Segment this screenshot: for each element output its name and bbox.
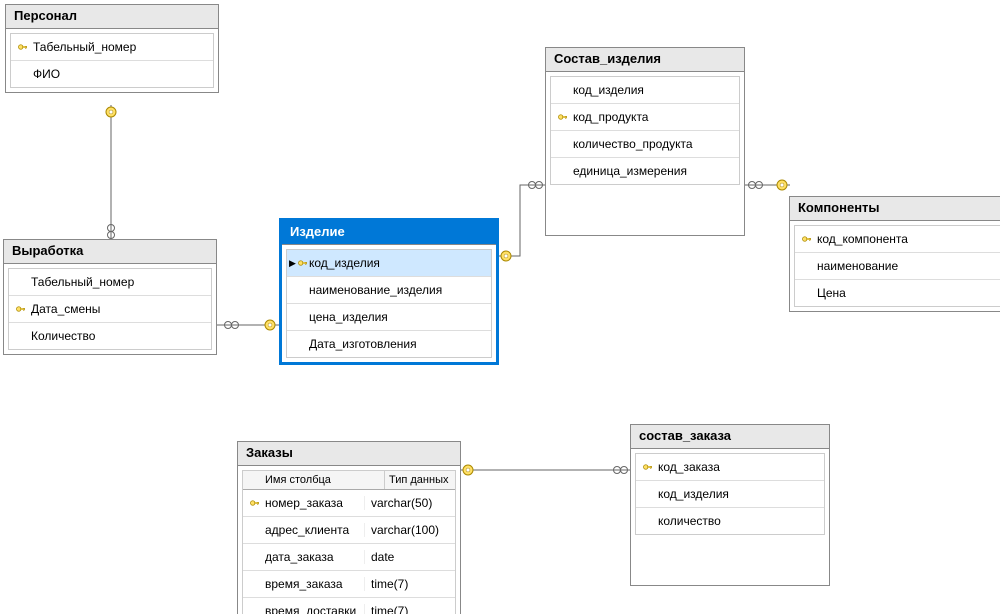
table-row[interactable]: код_компонента bbox=[795, 226, 1000, 253]
entity-izdelie[interactable]: Изделие ▶ код_изделия наименование_изделия… bbox=[279, 218, 499, 365]
key-icon bbox=[15, 303, 27, 315]
table-row[interactable]: Количество bbox=[9, 323, 211, 349]
table-row[interactable]: номер_заказаvarchar(50) bbox=[243, 490, 455, 517]
column-name: Дата_изготовления bbox=[309, 337, 487, 351]
header-type: Тип данных bbox=[385, 471, 455, 489]
table-row[interactable]: код_изделия bbox=[551, 77, 739, 104]
row-selector-arrow: ▶ bbox=[289, 258, 296, 269]
key-cell: ▶ bbox=[289, 257, 309, 269]
table-row[interactable]: цена_изделия bbox=[287, 304, 491, 331]
key-cell bbox=[13, 41, 33, 53]
entity-komponenty[interactable]: Компоненты код_компонента наименование Цен… bbox=[789, 196, 1000, 312]
column-name: Количество bbox=[31, 329, 207, 343]
column-name: код_компонента bbox=[817, 232, 999, 246]
entity-title: Персонал bbox=[6, 5, 218, 29]
diagram-canvas[interactable]: Персонал Табельный_номер ФИО Выработка Та… bbox=[0, 0, 1000, 614]
key-icon bbox=[297, 257, 309, 269]
column-headers: Имя столбца Тип данных bbox=[243, 471, 455, 490]
column-type: time(7) bbox=[365, 577, 451, 591]
column-name: количество_продукта bbox=[573, 137, 735, 151]
key-icon bbox=[17, 41, 29, 53]
key-cell bbox=[245, 497, 265, 509]
entity-personal[interactable]: Персонал Табельный_номер ФИО bbox=[5, 4, 219, 93]
entity-zakazy[interactable]: Заказы Имя столбца Тип данных номер_зака… bbox=[237, 441, 461, 614]
key-cell bbox=[11, 303, 31, 315]
column-name: Цена bbox=[817, 286, 999, 300]
column-name: наименование_изделия bbox=[309, 283, 487, 297]
rows: Табельный_номер Дата_смены Количество bbox=[8, 268, 212, 350]
table-row[interactable]: наименование bbox=[795, 253, 1000, 280]
table-row[interactable]: ▶ код_изделия bbox=[287, 250, 491, 277]
column-name: время_заказа bbox=[265, 577, 365, 591]
key-icon bbox=[557, 111, 569, 123]
header-name: Имя столбца bbox=[243, 471, 385, 489]
table-row[interactable]: время_доставкиtime(7) bbox=[243, 598, 455, 614]
table-row[interactable]: Дата_изготовления bbox=[287, 331, 491, 357]
column-name: Табельный_номер bbox=[31, 275, 207, 289]
column-name: количество bbox=[658, 514, 820, 528]
column-type: time(7) bbox=[365, 604, 451, 614]
rows: код_заказа код_изделия количество bbox=[635, 453, 825, 535]
key-cell bbox=[638, 461, 658, 473]
entity-sostav-izdelia[interactable]: Состав_изделия код_изделиякод_продуктако… bbox=[545, 47, 745, 236]
table-row[interactable]: дата_заказаdate bbox=[243, 544, 455, 571]
rows: Имя столбца Тип данных номер_заказаvarch… bbox=[242, 470, 456, 614]
entity-title: Выработка bbox=[4, 240, 216, 264]
entity-vyrabotka[interactable]: Выработка Табельный_номер Дата_смены Колич… bbox=[3, 239, 217, 355]
column-name: наименование bbox=[817, 259, 999, 273]
column-name: Дата_смены bbox=[31, 302, 207, 316]
column-name: код_изделия bbox=[658, 487, 820, 501]
column-name: ФИО bbox=[33, 67, 209, 81]
column-name: номер_заказа bbox=[265, 496, 365, 510]
key-icon bbox=[642, 461, 654, 473]
table-row[interactable]: Дата_смены bbox=[9, 296, 211, 323]
table-row[interactable]: Цена bbox=[795, 280, 1000, 306]
column-name: код_продукта bbox=[573, 110, 735, 124]
column-type: varchar(50) bbox=[365, 496, 451, 510]
column-type: date bbox=[365, 550, 451, 564]
column-name: код_изделия bbox=[309, 256, 487, 270]
table-row[interactable]: адрес_клиентаvarchar(100) bbox=[243, 517, 455, 544]
table-row[interactable]: количество_продукта bbox=[551, 131, 739, 158]
entity-title: Компоненты bbox=[790, 197, 1000, 221]
table-row[interactable]: единица_измерения bbox=[551, 158, 739, 184]
column-type: varchar(100) bbox=[365, 523, 451, 537]
rows: Табельный_номер ФИО bbox=[10, 33, 214, 88]
key-cell bbox=[797, 233, 817, 245]
entity-title: Заказы bbox=[238, 442, 460, 466]
table-row[interactable]: количество bbox=[636, 508, 824, 534]
column-name: Табельный_номер bbox=[33, 40, 209, 54]
rows: код_компонента наименование Цена bbox=[794, 225, 1000, 307]
key-icon bbox=[801, 233, 813, 245]
entity-title: состав_заказа bbox=[631, 425, 829, 449]
column-name: время_доставки bbox=[265, 604, 365, 614]
table-row[interactable]: время_заказаtime(7) bbox=[243, 571, 455, 598]
column-name: код_заказа bbox=[658, 460, 820, 474]
rows: код_изделия код_продукта количество_продук… bbox=[550, 76, 740, 185]
column-name: единица_измерения bbox=[573, 164, 735, 178]
table-row[interactable]: код_заказа bbox=[636, 454, 824, 481]
column-name: код_изделия bbox=[573, 83, 735, 97]
table-row[interactable]: Табельный_номер bbox=[11, 34, 213, 61]
table-row[interactable]: код_изделия bbox=[636, 481, 824, 508]
column-name: адрес_клиента bbox=[265, 523, 365, 537]
rows: ▶ код_изделия наименование_изделия цена_изд… bbox=[286, 249, 492, 358]
entity-sostav-zakaza[interactable]: состав_заказа код_заказа код_изделия колич… bbox=[630, 424, 830, 586]
table-row[interactable]: Табельный_номер bbox=[9, 269, 211, 296]
entity-title: Состав_изделия bbox=[546, 48, 744, 72]
key-cell bbox=[553, 111, 573, 123]
column-name: цена_изделия bbox=[309, 310, 487, 324]
table-row[interactable]: ФИО bbox=[11, 61, 213, 87]
column-name: дата_заказа bbox=[265, 550, 365, 564]
table-row[interactable]: наименование_изделия bbox=[287, 277, 491, 304]
entity-title: Изделие bbox=[282, 221, 496, 245]
table-row[interactable]: код_продукта bbox=[551, 104, 739, 131]
key-icon bbox=[249, 497, 261, 509]
